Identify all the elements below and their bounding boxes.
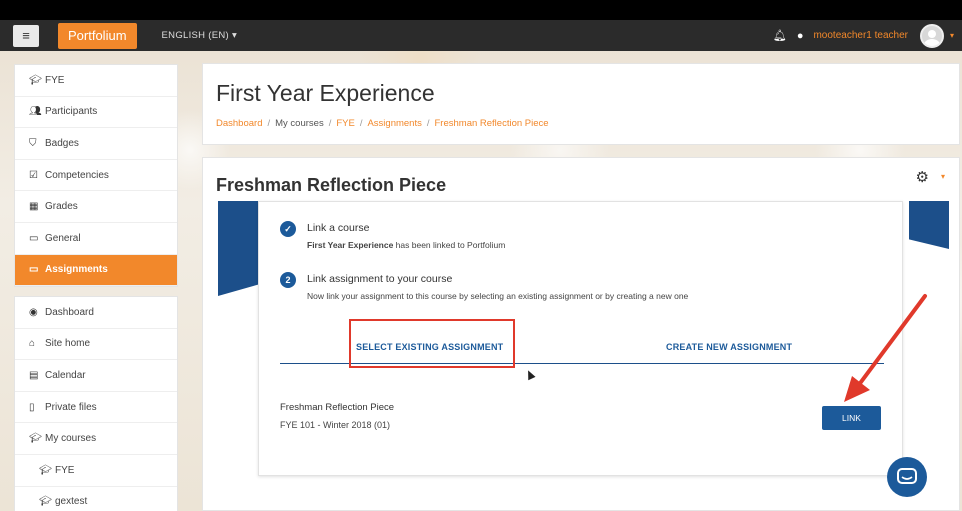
table-icon: ▦ [29,201,39,213]
tachometer-icon: ◉ [29,306,38,318]
sidebar-item-general[interactable]: ▭ General [15,223,177,255]
course-navigation: 🎓︎ FYE 👥︎ Participants ⛉ Badges ☑ Compet… [14,64,178,288]
graduation-cap-icon: 🎓︎ [29,74,42,86]
shield-icon: ⛉ [29,137,37,149]
graduation-cap-icon: 🎓︎ [29,433,42,445]
chat-icon [897,468,917,484]
section-title: Freshman Reflection Piece [216,175,447,195]
annotation-arrow-icon [844,294,927,402]
calendar-icon: ▤ [29,369,39,381]
chevron-down-icon: ▾ [231,30,238,41]
navbar: ≡ Portfolium ENGLISH (EN) ▾ 🔔︎ ● mooteac… [0,20,962,51]
sidebar-item-participants[interactable]: 👥︎ Participants [15,97,177,129]
sidebar-item-badges[interactable]: ⛉ Badges [15,128,177,160]
graduation-cap-icon: 🎓︎ [39,496,52,508]
annotation-highlight-box [349,319,515,368]
breadcrumb: Dashboard / My courses / FYE / Assignmen… [216,118,549,129]
sidebar-item-site-home[interactable]: ⌂ Site home [15,329,177,361]
breadcrumb-fye[interactable]: FYE [336,118,354,129]
window-top-bar [0,0,962,20]
chevron-down-icon[interactable]: ▾ [941,172,945,181]
gear-icon[interactable]: ⚙ [916,168,929,186]
assignment-course: FYE 101 - Winter 2018 (01) [280,420,391,430]
linked-course-name: First Year Experience [307,240,394,250]
graduation-cap-icon: 🎓︎ [39,464,52,476]
sidebar-item-fye[interactable]: 🎓︎ FYE [15,65,177,97]
sidebar-item-dashboard[interactable]: ◉ Dashboard [15,297,177,329]
sidebar-item-label: FYE [55,464,75,476]
assignment-name: Freshman Reflection Piece [280,402,395,413]
check-square-icon: ☑ [29,169,38,181]
breadcrumb-separator: / [426,118,430,129]
decorative-band-left [218,201,258,296]
mouse-cursor-icon [524,368,536,381]
sidebar-item-label: Participants [45,106,98,118]
breadcrumb-separator: / [267,118,271,129]
brand-logo[interactable]: Portfolium [58,22,137,49]
sidebar-item-label: Grades [45,201,78,213]
file-icon: ▯ [29,401,35,413]
hamburger-icon: ≡ [22,28,30,43]
sidebar-item-my-courses[interactable]: 🎓︎ My courses [15,423,177,455]
step-title: Link a course [307,222,370,234]
step-description: First Year Experience has been linked to… [307,240,505,250]
sidebar-item-assignments[interactable]: ▭ Assignments [15,254,177,287]
menu-toggle-button[interactable]: ≡ [13,24,39,47]
breadcrumb-my-courses: My courses [275,118,324,129]
folder-icon: ▭ [29,264,39,276]
user-menu-name[interactable]: mooteacher1 teacher [813,30,908,41]
decorative-band-right [909,201,949,249]
step-link-assignment: 2 Link assignment to your course Now lin… [280,272,688,301]
users-icon: 👥︎ [29,106,42,118]
sidebar-item-gextest[interactable]: 🎓︎ gextest [15,487,177,511]
sidebar-item-calendar[interactable]: ▤ Calendar [15,360,177,392]
breadcrumb-separator: / [359,118,363,129]
language-label: ENGLISH (EN) [161,30,230,41]
breadcrumb-separator: / [328,118,332,129]
chevron-down-icon[interactable]: ▾ [950,31,954,40]
language-selector[interactable]: ENGLISH (EN) ▾ [162,30,238,41]
sidebar-item-label: Dashboard [45,306,94,318]
bell-icon[interactable]: 🔔︎ [773,29,787,42]
avatar[interactable] [919,23,944,48]
home-icon: ⌂ [29,338,36,350]
breadcrumb-assignments[interactable]: Assignments [367,118,421,129]
site-navigation: ◉ Dashboard ⌂ Site home ▤ Calendar ▯ Pri… [14,296,178,511]
breadcrumb-dashboard[interactable]: Dashboard [216,118,262,129]
folder-icon: ▭ [29,232,39,244]
step-description: Now link your assignment to this course … [307,291,689,301]
tab-create-new-assignment[interactable]: CREATE NEW ASSIGNMENT [666,342,792,352]
sidebar-item-label: Calendar [45,369,86,381]
sidebar-item-label: My courses [45,433,97,445]
sidebar-item-label: FYE [45,74,65,86]
page-header: First Year Experience Dashboard / My cou… [202,63,960,145]
sidebar-item-competencies[interactable]: ☑ Competencies [15,160,177,192]
comment-icon[interactable]: ● [797,30,804,42]
sidebar-item-label: gextest [55,496,88,508]
step-description-text: has been linked to Portfolium [393,240,506,250]
sidebar-item-label: General [45,232,81,244]
breadcrumb-freshman-reflection[interactable]: Freshman Reflection Piece [435,118,549,129]
step-number-badge: 2 [280,272,296,288]
sidebar-item-label: Site home [45,338,91,350]
step-title: Link assignment to your course [307,273,453,285]
sidebar-item-fye-course[interactable]: 🎓︎ FYE [15,455,177,487]
sidebar-item-label: Assignments [45,264,108,276]
check-circle-icon: ✓ [280,221,296,237]
chat-launcher-button[interactable] [887,457,927,497]
sidebar-item-label: Competencies [45,169,109,181]
sidebar-item-label: Private files [45,401,97,413]
sidebar-item-grades[interactable]: ▦ Grades [15,191,177,223]
portfolium-link-widget: ✓ Link a course First Year Experience ha… [258,201,903,476]
sidebar-item-label: Badges [45,137,79,149]
page-title: First Year Experience [216,80,435,106]
step-link-course: ✓ Link a course First Year Experience ha… [280,221,505,250]
sidebar-item-private-files[interactable]: ▯ Private files [15,392,177,424]
